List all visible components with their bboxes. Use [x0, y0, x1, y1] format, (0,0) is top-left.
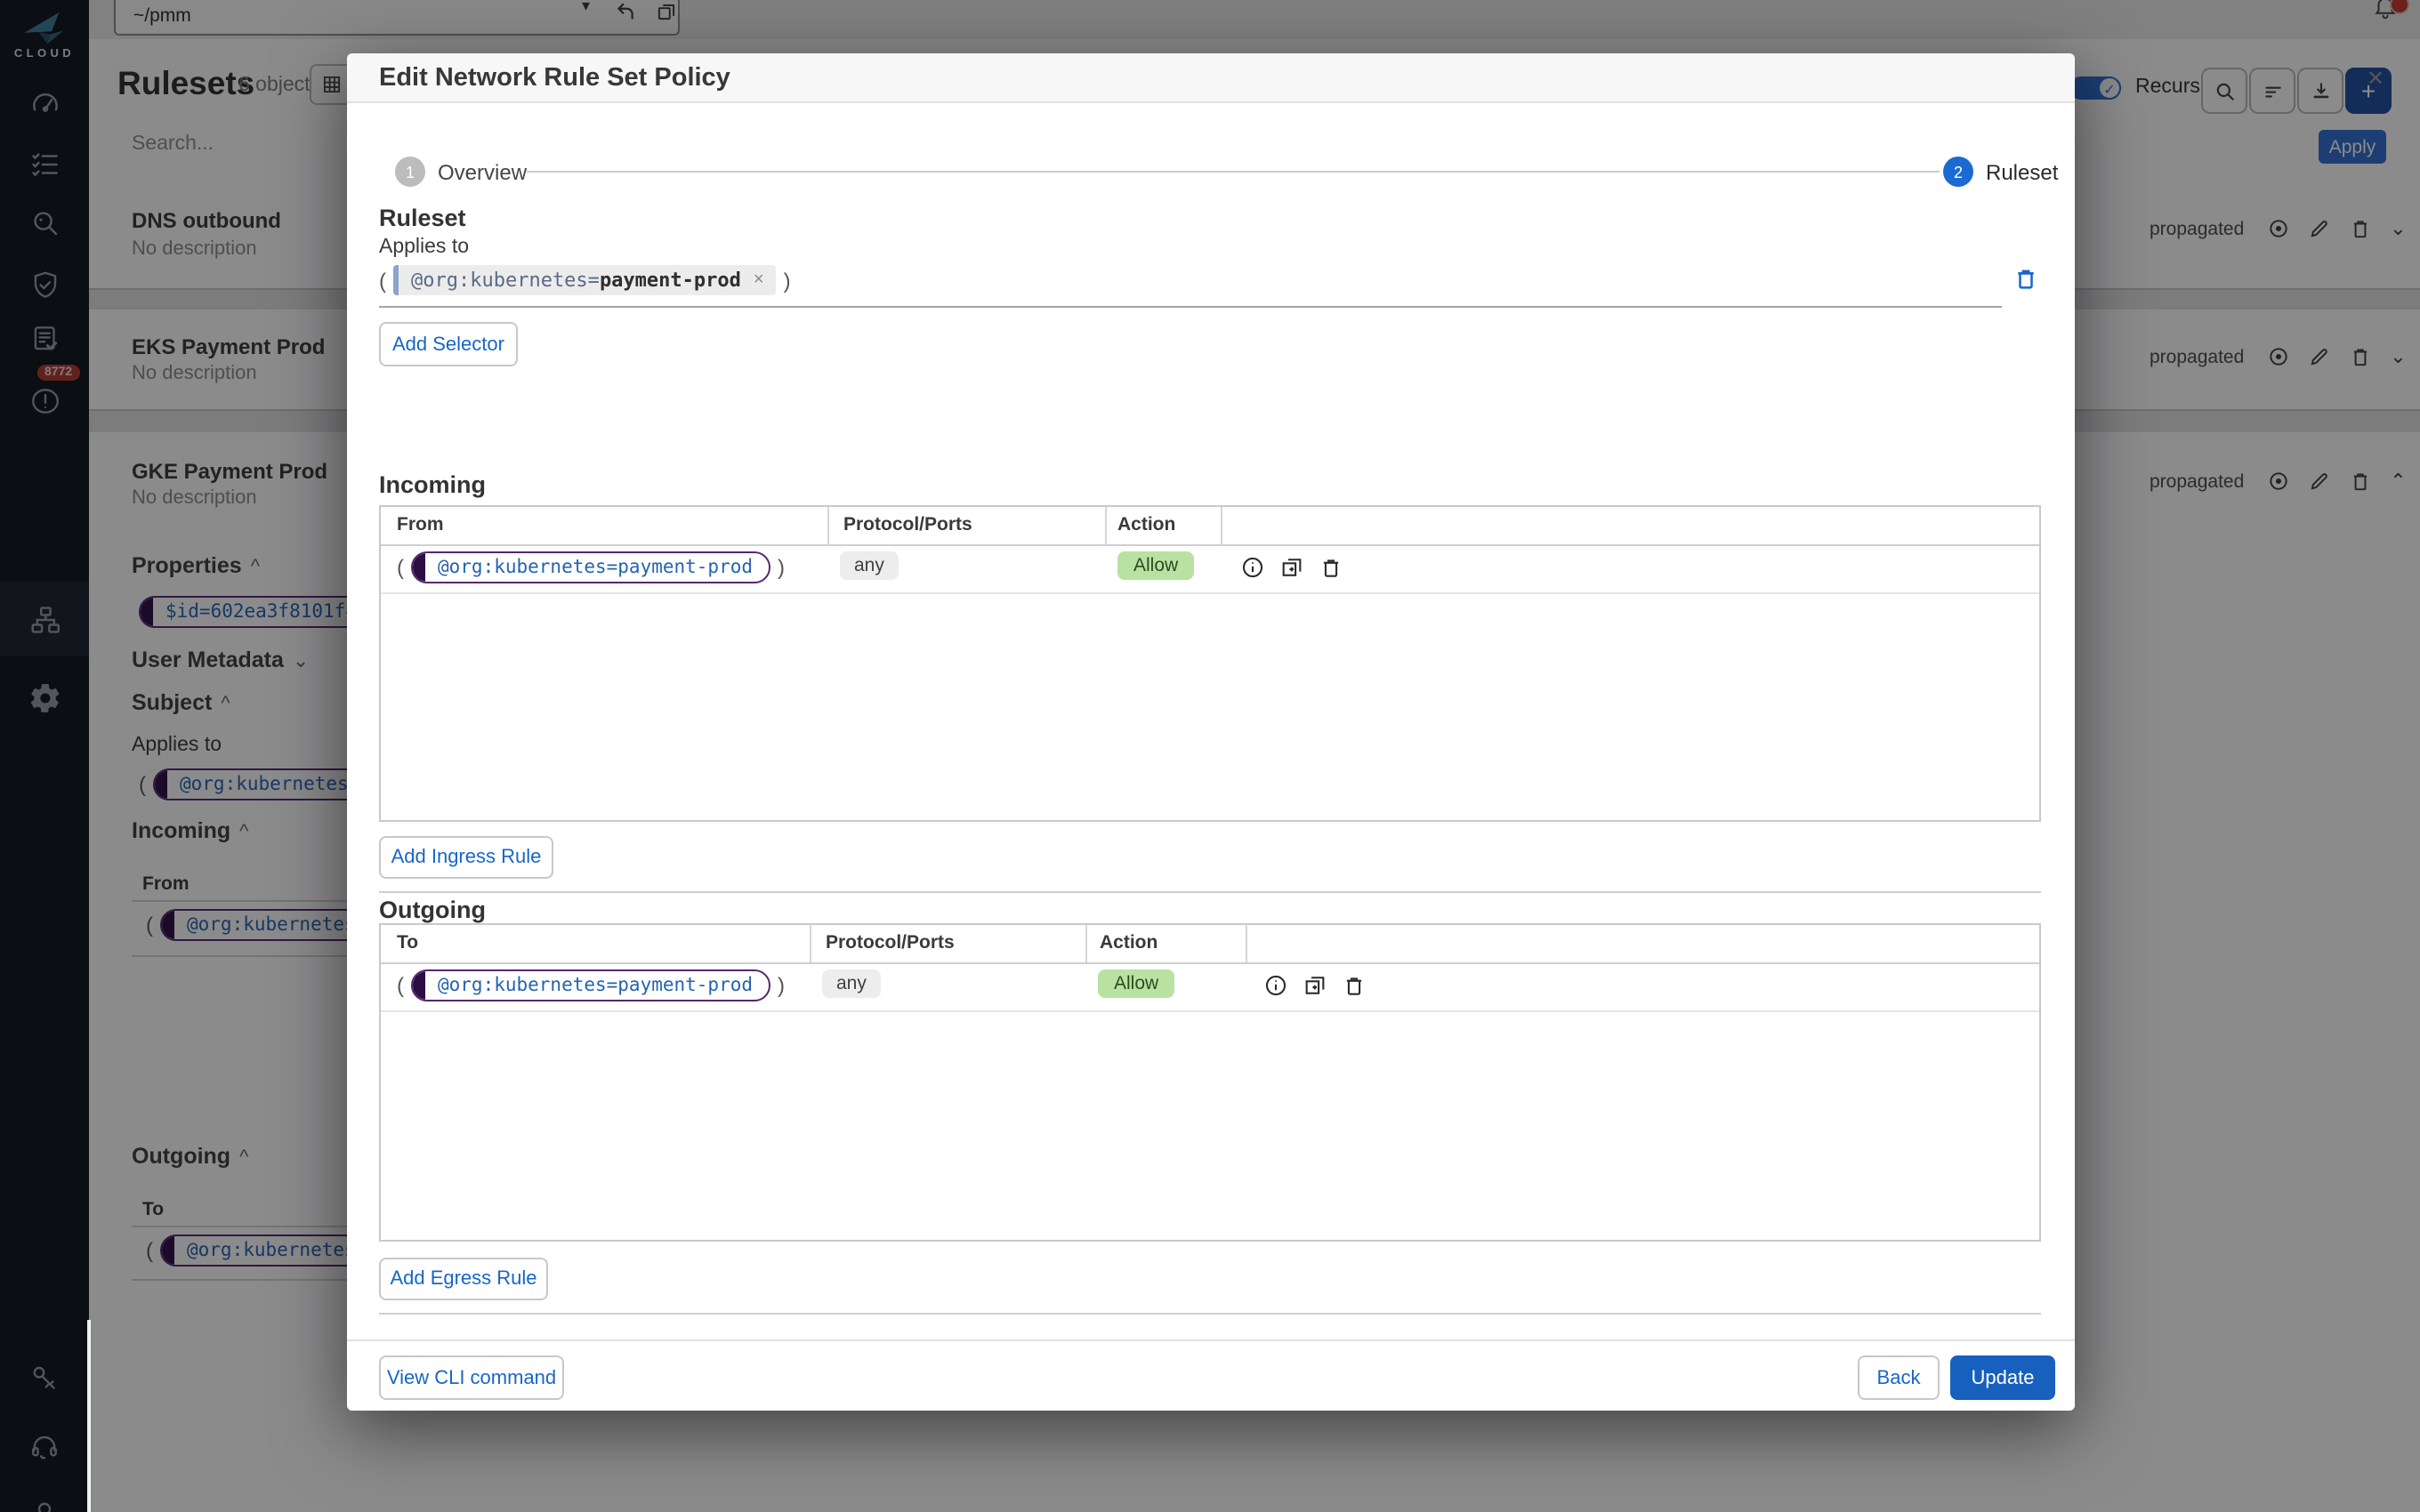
selector-tag[interactable]: @org:kubernetes=payment-prod ×: [393, 265, 777, 295]
ingress-rule-row[interactable]: ( @org:kubernetes=payment-prod ) any All…: [381, 544, 2039, 594]
applies-to-input[interactable]: ( @org:kubernetes=payment-prod × ): [379, 265, 791, 295]
table-header: To Protocol/Ports Action: [381, 925, 2039, 964]
stepper-line: [527, 171, 1940, 173]
step-1-label[interactable]: Overview: [438, 160, 527, 185]
update-button[interactable]: Update: [1950, 1355, 2055, 1400]
modal-header: Edit Network Rule Set Policy ✕: [347, 53, 2075, 103]
col-to: To: [397, 932, 418, 953]
incoming-title: Incoming: [379, 471, 486, 498]
step-2-label[interactable]: Ruleset: [1986, 160, 2058, 185]
modal-footer: View CLI command Back Update: [347, 1339, 2075, 1411]
paren-open: (: [379, 268, 386, 293]
col-action: Action: [1100, 932, 1158, 953]
add-selector-button[interactable]: Add Selector: [379, 322, 518, 366]
section-divider: [379, 1313, 2041, 1315]
view-cli-button[interactable]: View CLI command: [379, 1355, 564, 1400]
paren-close: ): [784, 268, 791, 293]
action-badge: Allow: [1098, 969, 1174, 998]
remove-tag-icon[interactable]: ×: [754, 270, 764, 290]
action-badge: Allow: [1117, 551, 1194, 580]
scrollbar-track[interactable]: [87, 1320, 91, 1512]
outgoing-title: Outgoing: [379, 897, 486, 923]
ruleset-section-title: Ruleset: [379, 205, 466, 231]
protocol-badge: any: [822, 969, 881, 998]
incoming-table: From Protocol/Ports Action ( @org:kubern…: [379, 505, 2041, 822]
step-2-circle[interactable]: 2: [1943, 157, 1973, 187]
modal-title: Edit Network Rule Set Policy: [379, 64, 730, 92]
duplicate-icon[interactable]: [1279, 555, 1304, 580]
close-icon[interactable]: ✕: [2367, 66, 2384, 91]
step-1-circle[interactable]: 1: [395, 157, 425, 187]
input-underline: [379, 306, 2002, 308]
duplicate-icon[interactable]: [1303, 973, 1327, 998]
back-button[interactable]: Back: [1858, 1355, 1940, 1400]
selector-chip[interactable]: @org:kubernetes=payment-prod: [411, 969, 770, 1001]
egress-rule-row[interactable]: ( @org:kubernetes=payment-prod ) any All…: [381, 962, 2039, 1012]
info-icon[interactable]: [1263, 973, 1288, 998]
col-protocol: Protocol/Ports: [843, 514, 972, 535]
rule-selector: ( @org:kubernetes=payment-prod ): [397, 551, 785, 583]
delete-selector-icon[interactable]: [2013, 265, 2039, 292]
section-divider: [379, 891, 2041, 893]
selector-chip[interactable]: @org:kubernetes=payment-prod: [411, 551, 770, 583]
info-icon[interactable]: [1240, 555, 1265, 580]
col-protocol: Protocol/Ports: [826, 932, 955, 953]
col-action: Action: [1117, 514, 1175, 535]
protocol-badge: any: [840, 551, 899, 580]
delete-icon[interactable]: [1342, 973, 1367, 998]
outgoing-table: To Protocol/Ports Action ( @org:kubernet…: [379, 923, 2041, 1242]
paren-open: (: [397, 973, 404, 998]
applies-to-label: Applies to: [379, 237, 469, 258]
add-egress-rule-button[interactable]: Add Egress Rule: [379, 1258, 548, 1300]
paren-close: ): [778, 555, 785, 580]
app-root: CLOUD 8772: [0, 0, 2420, 1512]
paren-close: ): [778, 973, 785, 998]
edit-policy-modal: Edit Network Rule Set Policy ✕ 1 Overvie…: [347, 53, 2075, 1411]
add-ingress-rule-button[interactable]: Add Ingress Rule: [379, 836, 553, 879]
rule-selector: ( @org:kubernetes=payment-prod ): [397, 969, 785, 1001]
paren-open: (: [397, 555, 404, 580]
table-header: From Protocol/Ports Action: [381, 507, 2039, 546]
delete-icon[interactable]: [1319, 555, 1343, 580]
col-from: From: [397, 514, 444, 535]
